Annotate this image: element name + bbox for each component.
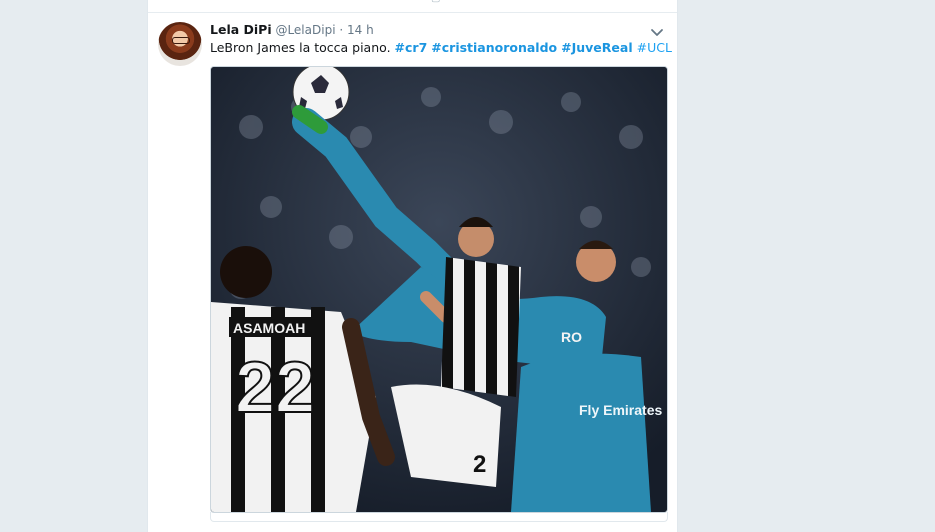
retweet-icon[interactable]: ◠ [287, 0, 301, 4]
avatar[interactable] [158, 22, 202, 66]
shorts-number: 2 [473, 451, 486, 478]
tweet-timestamp[interactable]: 14 h [347, 23, 374, 37]
chevron-down-icon[interactable] [650, 24, 664, 38]
avatar-glasses [172, 37, 190, 44]
hashtag-link[interactable]: #UCL [637, 40, 672, 55]
reply-icon[interactable]: ◠ [234, 0, 248, 4]
hashtag-link[interactable]: #JuveReal [561, 40, 632, 55]
message-icon[interactable]: ▢ [431, 0, 445, 4]
chest-letters: RO [561, 329, 582, 345]
user-handle[interactable]: @LelaDipi [275, 23, 335, 37]
jersey-number: 22 [235, 348, 315, 428]
jersey-name: ASAMOAH [233, 320, 305, 336]
real-madrid-player: Fly Emirates [511, 353, 662, 512]
separator-dot: · [339, 23, 344, 37]
display-name[interactable]: Lela DiPi [210, 22, 272, 37]
tweet-body: LeBron James la tocca piano. [210, 40, 391, 55]
like-icon[interactable]: ◠ [384, 0, 398, 4]
hashtag-link[interactable]: #cr7 [395, 40, 428, 55]
hashtag-link[interactable]: #cristianoronaldo [431, 40, 557, 55]
previous-tweet-actions: ◠ ◠ ◠ ▢ [148, 0, 677, 13]
tweet-text: LeBron James la tocca piano. #cr7 #crist… [210, 39, 672, 57]
tweet-header: Lela DiPi @LelaDipi · 14 h [210, 21, 374, 39]
sponsor-text: Fly Emirates [579, 402, 662, 418]
media-footer [210, 512, 668, 522]
tweet-photo[interactable]: RO 2 Fly Emirates ASAMOAH 22 [210, 66, 668, 513]
